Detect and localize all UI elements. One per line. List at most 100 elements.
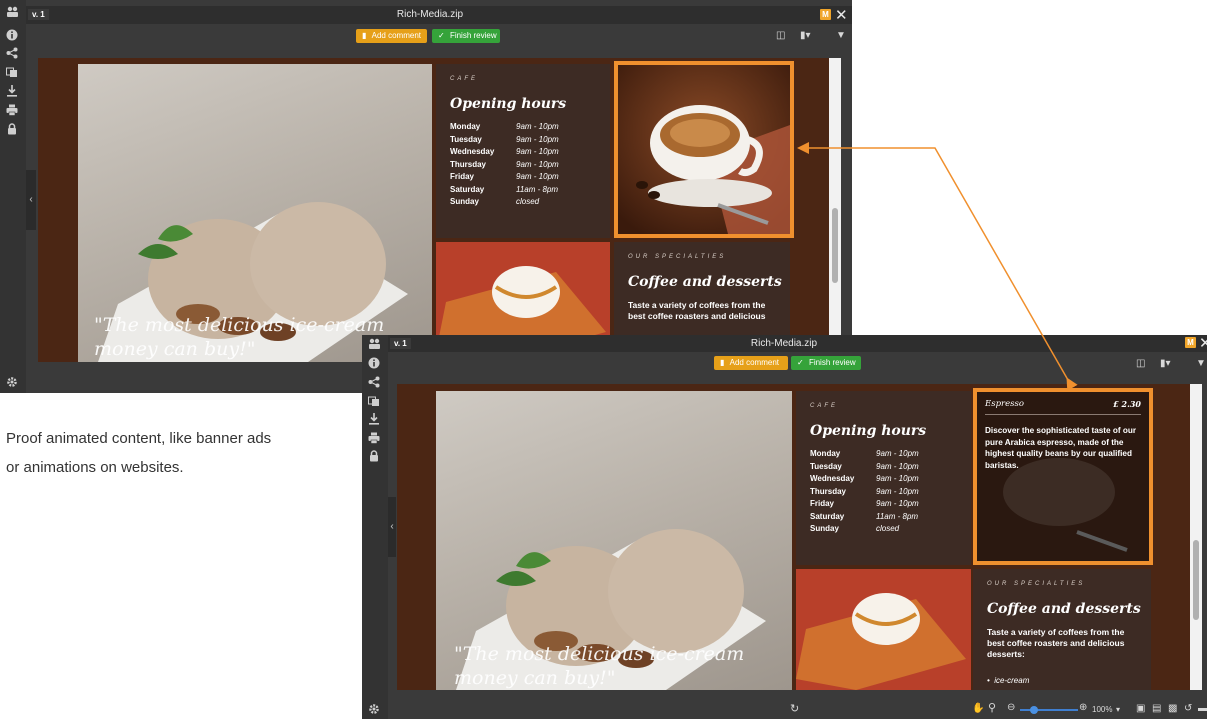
compare-icon[interactable]	[6, 66, 18, 78]
hours-time: 9am - 10pm	[516, 159, 559, 169]
waffle-illustration	[796, 569, 971, 690]
front-window: v. 1 Rich-Media.zip M ✕ ▮ Add comment ✓ …	[362, 335, 1207, 719]
finish-review-label: Finish review	[449, 31, 497, 40]
lock-icon[interactable]	[6, 123, 18, 135]
zoom-in-icon[interactable]: ⊕	[1079, 703, 1087, 713]
hours-day: Friday	[450, 172, 475, 181]
hours-day: Wednesday	[450, 147, 495, 156]
share-icon[interactable]	[6, 47, 18, 59]
hours-time: 9am - 10pm	[876, 449, 919, 458]
hours-time: 9am - 10pm	[516, 172, 559, 181]
specialties-bullet: • ice-cream	[987, 676, 1029, 685]
hours-time: 11am - 8pm	[876, 511, 919, 521]
finish-review-button[interactable]: ✓ Finish review	[791, 356, 861, 370]
espresso-background-image	[977, 392, 1149, 561]
download-icon[interactable]	[368, 413, 380, 425]
front-scrollbar[interactable]	[1190, 384, 1202, 690]
hours-day: Sunday	[450, 197, 479, 206]
filter-icon[interactable]: ▼	[1196, 359, 1206, 369]
zoom-tool-icon[interactable]: ⚲	[988, 703, 996, 714]
share-icon[interactable]	[368, 376, 380, 388]
display-menu-icon[interactable]: ▮▾	[1160, 359, 1171, 369]
hours-day: Monday	[810, 449, 841, 458]
monitor-icon[interactable]: ◫	[776, 31, 785, 41]
close-button[interactable]: ✕	[835, 8, 848, 23]
window-title: Rich-Media.zip	[396, 9, 464, 20]
waffle-image	[796, 569, 971, 690]
zoom-slider-handle[interactable]	[1030, 706, 1038, 714]
zoom-out-icon[interactable]: ⊖	[1007, 703, 1015, 713]
hours-day: Wednesday	[810, 474, 855, 483]
hours-time: 9am - 10pm	[876, 499, 919, 508]
hours-time: closed	[516, 197, 540, 206]
version-label[interactable]: v. 1	[390, 338, 411, 349]
specialties-text: Taste a variety of coffees from the best…	[628, 300, 766, 321]
user-badge[interactable]: M	[1185, 337, 1196, 348]
quote-line-1: "The most delicious ice-cream	[94, 314, 385, 336]
fit-page-icon[interactable]: ▣	[1136, 704, 1145, 714]
close-button[interactable]: ✕	[1199, 336, 1207, 351]
info-icon[interactable]	[6, 29, 18, 41]
users-icon[interactable]	[6, 6, 18, 18]
add-comment-button[interactable]: ▮ Add comment	[356, 29, 427, 43]
specialties-bullet-text: ice-cream	[994, 676, 1030, 685]
opening-hours-title: Opening hours	[810, 423, 927, 439]
back-scroll-thumb[interactable]	[832, 208, 838, 283]
back-collapse-panel-button[interactable]: ‹	[26, 170, 36, 230]
front-sidebar	[362, 335, 388, 719]
add-comment-button[interactable]: ▮ Add comment	[714, 356, 788, 370]
finish-review-button[interactable]: ✓ Finish review	[432, 29, 500, 43]
window-title: Rich-Media.zip	[750, 338, 818, 349]
zoom-slider-track[interactable]	[1020, 709, 1078, 711]
hand-tool-icon[interactable]: ✋	[972, 704, 984, 714]
hours-day: Friday	[810, 499, 835, 508]
back-scrollbar[interactable]	[829, 58, 841, 362]
specialties-title: Coffee and desserts	[628, 274, 782, 290]
coffee-cup-image	[618, 65, 790, 234]
cafe-label: CAFE	[450, 76, 479, 82]
info-icon[interactable]	[368, 357, 380, 369]
actual-size-icon[interactable]: ▩	[1168, 704, 1177, 714]
rotate-icon[interactable]: ↺	[1184, 704, 1192, 714]
monitor-icon[interactable]: ◫	[1136, 359, 1145, 369]
user-badge[interactable]: M	[820, 9, 831, 20]
zoom-menu-icon[interactable]: ▾	[1116, 705, 1120, 715]
print-icon[interactable]	[6, 104, 18, 116]
quote-line-1: "The most delicious ice-cream	[454, 643, 745, 665]
compare-icon[interactable]	[368, 395, 380, 407]
specialties-text: Taste a variety of coffees from the best…	[987, 627, 1125, 659]
hours-day: Thursday	[450, 159, 487, 169]
espresso-price: £ 2.30	[1113, 399, 1141, 409]
back-preview-stage: "The most delicious ice-cream money can …	[38, 58, 829, 362]
display-menu-icon[interactable]: ▮▾	[800, 31, 811, 41]
specialties-label: OUR SPECIALTIES	[628, 254, 727, 260]
settings-icon[interactable]	[6, 376, 18, 388]
hours-time: 9am - 10pm	[876, 486, 919, 496]
icecream-image: "The most delicious ice-cream money can …	[78, 64, 432, 362]
check-icon: ✓	[797, 358, 804, 367]
specialties-label: OUR SPECIALTIES	[987, 581, 1086, 587]
front-collapse-panel-button[interactable]: ‹	[388, 497, 396, 557]
hours-time: closed	[876, 524, 900, 533]
version-label[interactable]: v. 1	[28, 9, 49, 20]
download-icon[interactable]	[6, 85, 18, 97]
hours-time: 11am - 8pm	[516, 184, 559, 194]
users-icon[interactable]	[368, 338, 380, 350]
coffee-image-frame[interactable]	[614, 61, 794, 238]
print-icon[interactable]	[368, 432, 380, 444]
hours-day: Monday	[450, 122, 481, 131]
fit-width-icon[interactable]: ▤	[1152, 704, 1161, 714]
ruler-icon[interactable]: ▬	[1198, 704, 1207, 714]
opening-hours-panel: CAFE Opening hours Monday 9am - 10pm Tuesd…	[796, 391, 971, 565]
refresh-icon[interactable]: ↻	[790, 704, 799, 715]
back-sidebar	[0, 0, 26, 393]
zoom-level[interactable]: 100%	[1092, 705, 1112, 715]
espresso-hover-frame[interactable]: Espresso £ 2.30 Discover the sophisticat…	[973, 388, 1153, 565]
specialties-title: Coffee and desserts	[987, 601, 1141, 617]
front-scroll-thumb[interactable]	[1193, 540, 1199, 620]
opening-hours-panel: CAFE Opening hours Monday 9am - 10pm Tuesd…	[436, 64, 610, 238]
lock-icon[interactable]	[368, 450, 380, 462]
settings-icon[interactable]	[368, 703, 380, 715]
comment-icon: ▮	[362, 31, 367, 40]
filter-icon[interactable]: ▼	[836, 31, 846, 41]
